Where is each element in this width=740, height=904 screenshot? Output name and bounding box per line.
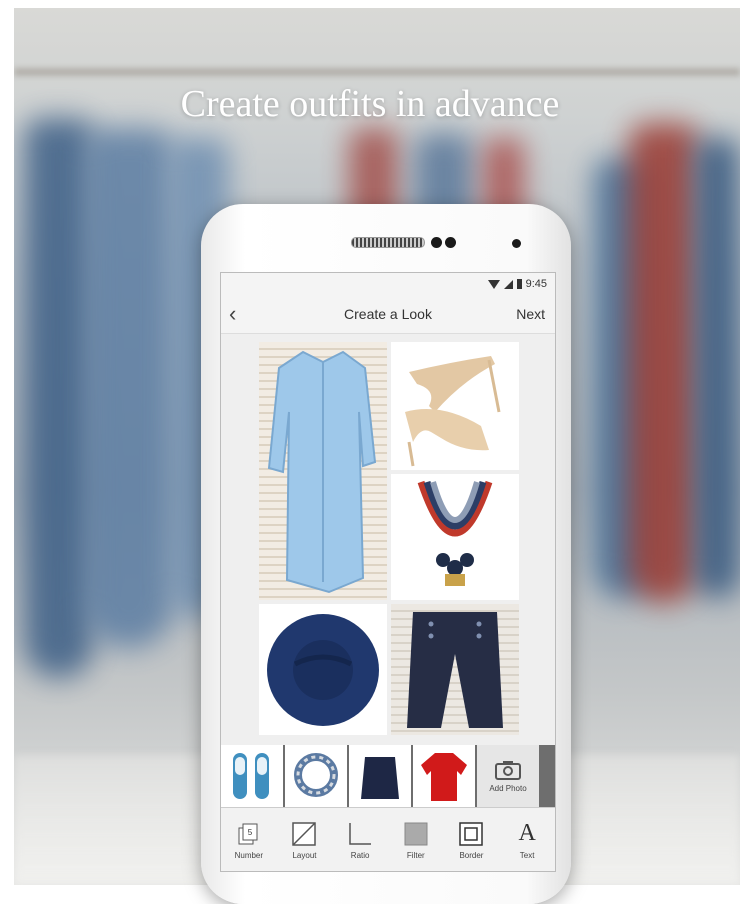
shirt-image (267, 350, 377, 594)
shoes-thumb-image (233, 753, 269, 799)
heels-image (405, 356, 501, 467)
phone-speaker (351, 237, 425, 248)
wifi-icon (487, 279, 500, 289)
tool-number[interactable]: 5 Number (224, 821, 274, 860)
hat-image (267, 614, 379, 726)
thumbnail-skirt[interactable] (349, 745, 411, 807)
tool-label: Number (234, 850, 264, 860)
collage-tile-pants[interactable] (391, 604, 519, 735)
status-bar: 9:45 (221, 273, 555, 295)
skirt-thumb-image (361, 757, 399, 799)
tool-text[interactable]: A Text (502, 820, 552, 860)
phone-sensor (445, 237, 456, 248)
blurred-garment (694, 138, 740, 598)
tool-label: Text (519, 850, 535, 860)
blurred-garment (84, 128, 174, 648)
add-photo-button[interactable]: Add Photo (477, 745, 539, 807)
tool-layout[interactable]: Layout (279, 821, 329, 860)
collage-tile-hat[interactable] (259, 604, 387, 735)
number-badge: 5 (248, 828, 253, 837)
tool-label: Filter (406, 850, 425, 860)
next-button[interactable]: Next (516, 306, 545, 322)
tool-label: Ratio (350, 850, 370, 860)
top-thumb-image (421, 753, 467, 801)
layout-icon (291, 821, 317, 847)
necklace-image (417, 480, 493, 586)
scarf-thumb-image (294, 753, 338, 797)
thumbnail-top[interactable] (413, 745, 475, 807)
tool-label: Layout (292, 850, 317, 860)
thumbnail-strip: Add Photo (221, 745, 555, 807)
number-icon: 5 (236, 821, 262, 847)
border-icon (458, 821, 484, 847)
collage-tile-shirt[interactable] (259, 342, 387, 600)
app-screen: 9:45 ‹ Create a Look Next Add Photo 5 Nu… (220, 272, 556, 872)
ratio-icon (347, 821, 373, 847)
blurred-garment (629, 123, 699, 603)
battery-icon (516, 279, 522, 289)
phone-sensor (431, 237, 442, 248)
tool-border[interactable]: Border (446, 821, 496, 860)
clothes-rail (14, 68, 740, 76)
tool-label: Border (459, 850, 484, 860)
thumbnail-scarf[interactable] (285, 745, 347, 807)
collage-grid (259, 342, 519, 735)
add-photo-label: Add Photo (489, 783, 527, 793)
edit-toolbar: 5 Number Layout Ratio Filter Border A Te… (221, 807, 555, 871)
camera-icon (495, 760, 521, 780)
headline: Create outfits in advance (180, 83, 560, 125)
status-time: 9:45 (525, 278, 547, 290)
tool-filter[interactable]: Filter (391, 821, 441, 860)
tool-ratio[interactable]: Ratio (335, 821, 385, 860)
nav-bar: ‹ Create a Look Next (221, 295, 555, 334)
filter-icon (403, 821, 429, 847)
thumbnail-shoes[interactable] (221, 745, 283, 807)
text-icon: A (514, 820, 540, 847)
back-chevron-icon[interactable]: ‹ (229, 301, 236, 327)
page-title: Create a Look (344, 306, 432, 322)
collage-tile-heels[interactable] (391, 342, 519, 470)
pants-image (407, 612, 503, 728)
front-camera (512, 239, 521, 248)
collage-tile-necklace[interactable] (391, 474, 519, 600)
text-glyph: A (518, 820, 536, 846)
signal-icon (503, 279, 513, 289)
